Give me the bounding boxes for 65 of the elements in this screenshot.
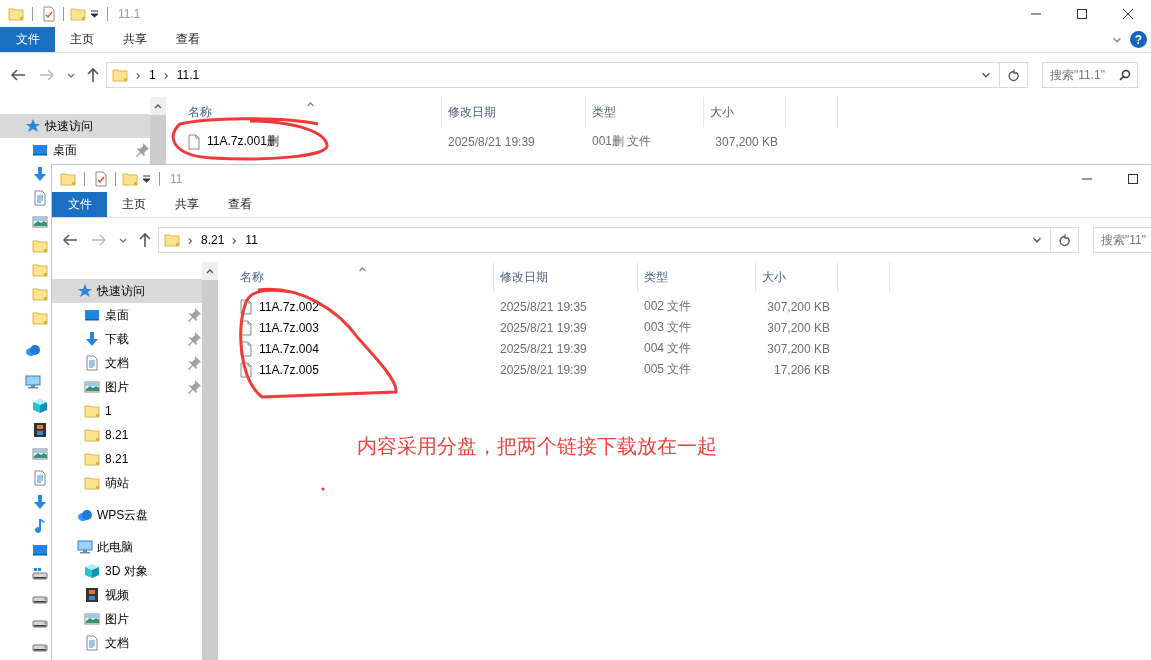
search-field[interactable]: 搜索"11" bbox=[1093, 227, 1151, 253]
file-size: 307,200 KB bbox=[715, 134, 778, 149]
nav-group[interactable]: 快速访问 bbox=[0, 114, 150, 138]
modified-date: 2025/8/21 19:35 bbox=[500, 299, 587, 314]
file-size: 307,200 KB bbox=[767, 299, 830, 314]
column-header[interactable]: 修改日期 bbox=[448, 103, 496, 121]
file-name[interactable]: 11A.7z.001删 bbox=[207, 133, 279, 150]
column-header[interactable]: 类型 bbox=[644, 268, 668, 286]
file-menu-tab[interactable]: 文件 bbox=[52, 192, 107, 217]
nav-group[interactable]: 此电脑 bbox=[52, 535, 202, 559]
file-type: 005 文件 bbox=[644, 362, 692, 376]
file-name[interactable]: 11A.7z.003 bbox=[259, 320, 319, 335]
nav-item[interactable]: 视频 bbox=[105, 586, 202, 604]
file-type: 004 文件 bbox=[644, 341, 692, 355]
search-field[interactable]: 搜索"11.1" bbox=[1042, 62, 1138, 88]
column-header[interactable]: 大小 bbox=[710, 103, 734, 121]
nav-item[interactable]: 8.21 bbox=[105, 428, 202, 442]
file-menu-tab[interactable]: 文件 bbox=[0, 27, 55, 52]
modified-date: 2025/8/21 19:39 bbox=[448, 134, 535, 149]
breadcrumb-item[interactable]: 11 bbox=[245, 233, 258, 247]
modified-date: 2025/8/21 19:39 bbox=[500, 362, 587, 377]
nav-group[interactable]: 快速访问 bbox=[52, 279, 202, 303]
window-title: 11 bbox=[170, 171, 184, 186]
column-header[interactable]: 大小 bbox=[762, 268, 786, 286]
nav-item[interactable]: 桌面 bbox=[53, 141, 129, 159]
breadcrumb-item[interactable]: 11.1 bbox=[176, 68, 200, 82]
nav-item[interactable]: 萌站 bbox=[105, 474, 202, 492]
column-header[interactable]: 名称 bbox=[240, 268, 264, 286]
breadcrumb-item[interactable]: 8.21 bbox=[201, 233, 225, 247]
modified-date: 2025/8/21 19:39 bbox=[500, 320, 587, 335]
column-header[interactable]: 类型 bbox=[592, 103, 616, 121]
ribbon-tab[interactable]: 查看 bbox=[213, 192, 266, 217]
nav-item[interactable]: 图片 bbox=[105, 378, 181, 396]
ribbon-tab[interactable]: 主页 bbox=[107, 192, 160, 217]
breadcrumb-item[interactable]: 1 bbox=[149, 68, 156, 82]
file-name[interactable]: 11A.7z.005 bbox=[259, 362, 319, 377]
ribbon-tab[interactable]: 共享 bbox=[108, 27, 161, 52]
annotation-text: 内容采用分盘，把两个链接下载放在一起 bbox=[357, 434, 717, 459]
file-name[interactable]: 11A.7z.004 bbox=[259, 341, 319, 356]
ribbon-tab[interactable]: 共享 bbox=[160, 192, 213, 217]
help-button[interactable]: ? bbox=[1130, 31, 1147, 48]
file-name[interactable]: 11A.7z.002 bbox=[259, 299, 319, 314]
ribbon-tab[interactable]: 主页 bbox=[55, 27, 108, 52]
file-type: 003 文件 bbox=[644, 320, 692, 334]
nav-item[interactable]: 桌面 bbox=[105, 306, 181, 324]
nav-item[interactable]: 图片 bbox=[105, 610, 202, 628]
nav-item[interactable]: 1 bbox=[105, 404, 202, 418]
file-size: 307,200 KB bbox=[767, 341, 830, 356]
file-type: 001删 文件 bbox=[592, 134, 652, 148]
ribbon-tab[interactable]: 查看 bbox=[161, 27, 214, 52]
column-header[interactable]: 修改日期 bbox=[500, 268, 548, 286]
address-bar[interactable]: 1 11.1 bbox=[106, 62, 1000, 88]
file-type: 002 文件 bbox=[644, 299, 692, 313]
nav-group[interactable]: WPS云盘 bbox=[52, 503, 202, 527]
modified-date: 2025/8/21 19:39 bbox=[500, 341, 587, 356]
nav-item[interactable]: 8.21 bbox=[105, 452, 202, 466]
address-bar[interactable]: 8.21 11 bbox=[158, 227, 1051, 253]
nav-item[interactable]: 下载 bbox=[105, 330, 181, 348]
window-title: 11.1 bbox=[118, 6, 142, 21]
column-header[interactable]: 名称 bbox=[188, 103, 212, 121]
nav-item[interactable]: 文档 bbox=[105, 354, 181, 372]
nav-item[interactable]: 文档 bbox=[105, 634, 202, 652]
file-size: 307,200 KB bbox=[767, 320, 830, 335]
file-size: 17,206 KB bbox=[773, 362, 830, 377]
nav-item[interactable]: 3D 对象 bbox=[105, 562, 202, 580]
